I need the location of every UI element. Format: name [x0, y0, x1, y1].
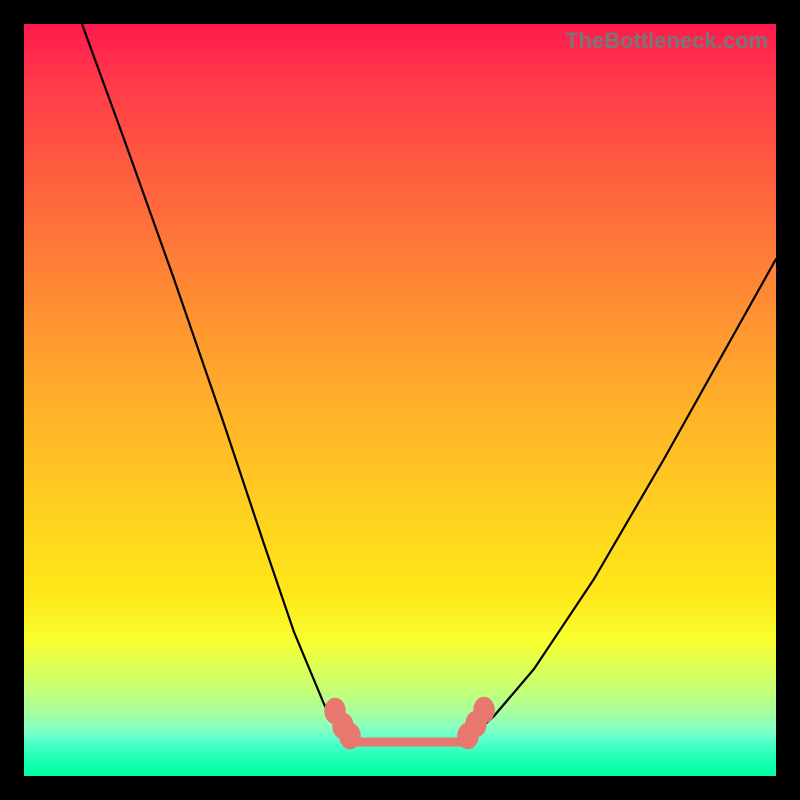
chart-frame: TheBottleneck.com: [0, 0, 800, 800]
curve-right-branch: [464, 259, 776, 739]
curve-left-branch: [82, 24, 354, 740]
curve-svg: [24, 24, 776, 776]
plot-area: TheBottleneck.com: [24, 24, 776, 776]
